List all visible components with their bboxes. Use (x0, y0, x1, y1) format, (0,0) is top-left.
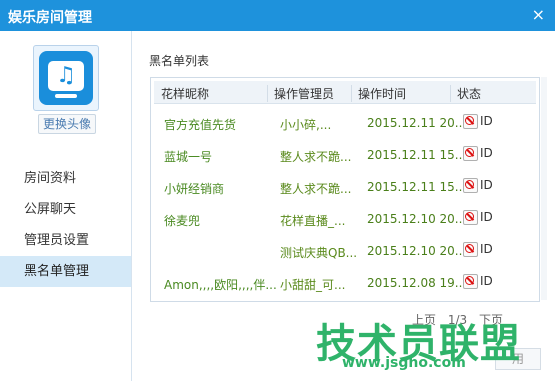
table-row[interactable]: 测试庆典QB... 2015.12.10 20... ID (154, 235, 536, 267)
table-row[interactable]: 官方充值先货 小小碎,... 2015.12.11 20... ID (154, 107, 536, 139)
table-row[interactable]: 蓝城一号 整人求不跪... 2015.12.11 15... ID (154, 139, 536, 171)
col-time[interactable]: 操作时间 (351, 85, 406, 102)
scrollbar[interactable] (541, 77, 547, 300)
sidebar-nav: 房间资料 公屏聊天 管理员设置 黑名单管理 (0, 163, 131, 287)
close-icon[interactable]: × (532, 5, 545, 24)
avatar[interactable]: ♫ (33, 45, 99, 111)
col-status[interactable]: 状态 (450, 85, 481, 102)
col-admin[interactable]: 操作管理员 (267, 85, 334, 102)
title-bar: 娱乐房间管理 × (0, 0, 555, 31)
blacklist-table: 花样昵称 操作管理员 操作时间 状态 官方充值先货 小小碎,... 2015.1… (150, 77, 540, 302)
watermark-url: www.jsgho.com (342, 355, 466, 371)
ban-icon[interactable] (463, 210, 478, 225)
sidebar-item-blacklist[interactable]: 黑名单管理 (0, 256, 131, 287)
ban-icon[interactable] (463, 242, 478, 257)
table-row[interactable]: 徐麦兜 花样直播_... 2015.12.10 20... ID (154, 203, 536, 235)
table-row[interactable]: 小妍经销商 整人求不跪... 2015.12.11 15... ID (154, 171, 536, 203)
table-row[interactable]: Amon,,,,欧阳,,,,伴... 小甜甜_可... 2015.12.08 1… (154, 267, 536, 299)
sidebar-item-public-chat[interactable]: 公屏聊天 (0, 194, 131, 225)
table-header: 花样昵称 操作管理员 操作时间 状态 (154, 81, 536, 104)
ban-icon[interactable] (463, 178, 478, 193)
sidebar-item-room-info[interactable]: 房间资料 (0, 163, 131, 194)
ban-icon[interactable] (463, 146, 478, 161)
section-title: 黑名单列表 (149, 54, 210, 68)
ban-icon[interactable] (463, 114, 478, 129)
tv-music-icon: ♫ (39, 51, 93, 105)
window-title: 娱乐房间管理 (8, 10, 92, 26)
sidebar-item-admin-settings[interactable]: 管理员设置 (0, 225, 131, 256)
change-avatar-button[interactable]: 更换头像 (38, 114, 96, 134)
ban-icon[interactable] (463, 274, 478, 289)
sidebar: ♫ 更换头像 房间资料 公屏聊天 管理员设置 黑名单管理 (0, 31, 132, 381)
col-nick[interactable]: 花样昵称 (161, 85, 209, 102)
